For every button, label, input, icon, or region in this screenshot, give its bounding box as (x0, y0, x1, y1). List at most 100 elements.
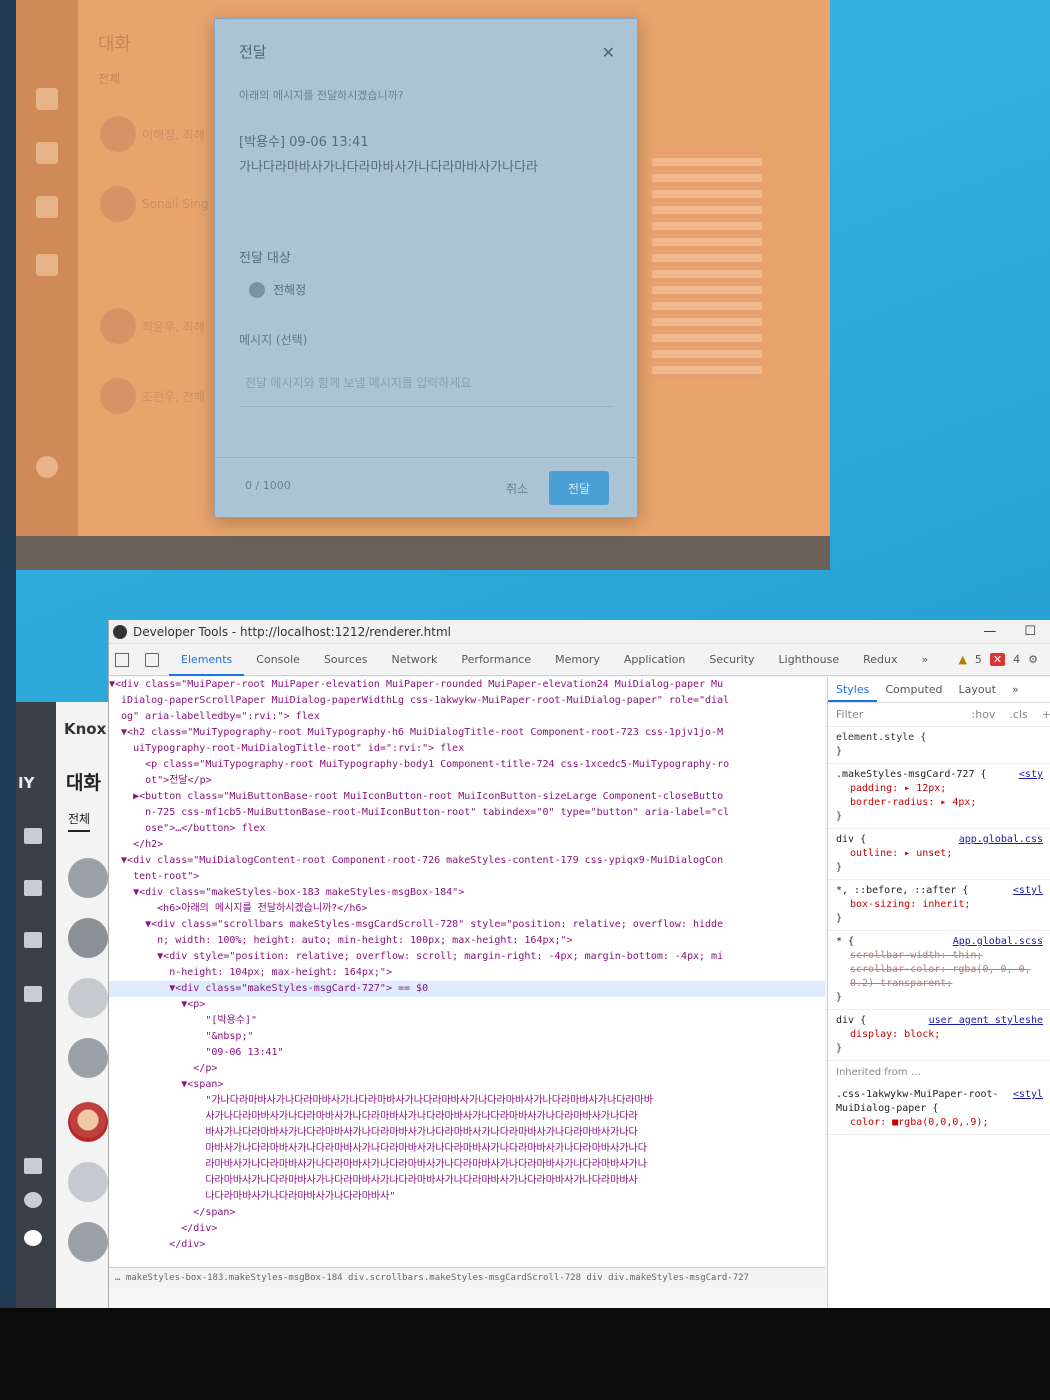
dom-node-line[interactable]: 마바사가나다라마바사가나다라마바사가나다라마바사가나다라마바사가나다라마바사가나… (109, 1141, 825, 1157)
dom-node-line[interactable]: ▼<div class="makeStyles-box-183 makeStyl… (109, 885, 825, 901)
tab-network[interactable]: Network (379, 644, 449, 676)
dom-node-line[interactable]: ▼<div class="scrollbars makeStyles-msgCa… (109, 917, 825, 933)
tab-lighthouse[interactable]: Lighthouse (767, 644, 852, 676)
css-property[interactable]: padding: ▸ 12px; (850, 782, 1043, 796)
add-rule-icon[interactable]: + (1042, 708, 1050, 721)
css-property-overridden[interactable]: scrollbar-width: thin; (850, 949, 1043, 963)
css-property-overridden[interactable]: scrollbar-color: rgba(0, 0, 0, 0.2) tran… (850, 963, 1043, 991)
tab-application[interactable]: Application (612, 644, 697, 676)
dom-node-line[interactable]: </span> (109, 1205, 825, 1221)
message-icon[interactable] (36, 142, 58, 164)
tab-layout[interactable]: Layout (951, 677, 1004, 702)
settings-icon[interactable] (36, 456, 58, 478)
contacts-icon[interactable] (24, 932, 42, 948)
avatar[interactable] (68, 918, 108, 958)
device-toggle-icon[interactable] (145, 652, 159, 667)
rule-source-link[interactable]: <styl (1013, 884, 1043, 898)
dom-node-line[interactable]: uiTypography-root-MuiDialogTitle-root" i… (109, 741, 825, 757)
dom-node-line[interactable]: ▼<p> (109, 997, 825, 1013)
dom-node-line[interactable]: n; width: 100%; height: auto; min-height… (109, 933, 825, 949)
css-rule[interactable]: user agent styleshe div {display: block;} (828, 1010, 1050, 1061)
profile-icon[interactable] (24, 1230, 42, 1246)
rule-source-link[interactable]: user agent styleshe (929, 1014, 1043, 1028)
dom-node-line[interactable]: 바사가나다라마바사가나다라마바사가나다라마바사가나다라마바사가나다라마바사가나다… (109, 1125, 825, 1141)
tab-memory[interactable]: Memory (543, 644, 612, 676)
dom-node-line[interactable]: 나다라마바사가나다라마바사가나다라마바사" (109, 1189, 825, 1205)
dom-node-line[interactable]: </h2> (109, 837, 825, 853)
dom-node-line[interactable]: n-725 css-mf1cb5-MuiButtonBase-root-MuiI… (109, 805, 825, 821)
rule-source-link[interactable]: app.global.css (959, 833, 1043, 847)
dom-node-line[interactable]: ot">전달</p> (109, 773, 825, 789)
rule-source-link[interactable]: App.global.scss (953, 935, 1043, 949)
css-property[interactable]: border-radius: ▸ 4px; (850, 796, 1043, 810)
tab-styles[interactable]: Styles (828, 677, 878, 702)
cls-toggle[interactable]: .cls (1009, 708, 1027, 721)
dom-node-line[interactable]: ▶<button class="MuiButtonBase-root MuiIc… (109, 789, 825, 805)
dom-node-line[interactable]: ▼<div class="MuiDialogContent-root Compo… (109, 853, 825, 869)
close-icon[interactable]: ✕ (602, 43, 615, 63)
dom-node-line[interactable]: 사가나다라마바사가나다라마바사가나다라마바사가나다라마바사가나다라마바사가나다라… (109, 1109, 825, 1125)
message-icon[interactable] (24, 880, 42, 896)
dom-breadcrumb[interactable]: … makeStyles-box-183.makeStyles-msgBox-1… (109, 1267, 825, 1287)
contacts-icon[interactable] (36, 196, 58, 218)
folder-icon[interactable] (36, 254, 58, 276)
dom-node-line[interactable]: <h6>아래의 메시지를 전달하시겠습니까?</h6> (109, 901, 825, 917)
issue-badges[interactable]: ▲ 5 ✕ 4 ⚙ (958, 653, 1038, 666)
tab-all[interactable]: 전체 (98, 70, 120, 87)
inherited-rule[interactable]: <styl .css-1akwykw-MuiPaper-root-MuiDial… (828, 1084, 1050, 1135)
folder-icon[interactable] (24, 986, 42, 1002)
elements-panel[interactable]: ▼<div class="MuiPaper-root MuiPaper-elev… (109, 677, 825, 1287)
chat-icon[interactable] (36, 88, 58, 110)
dom-node-line[interactable]: iDialog-paperScrollPaper MuiDialog-paper… (109, 693, 825, 709)
dom-node-line[interactable]: </p> (109, 1061, 825, 1077)
dom-node-line[interactable]: </div> (109, 1237, 825, 1253)
tab-performance[interactable]: Performance (449, 644, 543, 676)
dom-node-line[interactable]: ▼<div style="position: relative; overflo… (109, 949, 825, 965)
dom-node-line[interactable]: </div> (109, 1221, 825, 1237)
avatar[interactable] (68, 1222, 108, 1262)
dom-node-line[interactable]: "&nbsp;" (109, 1029, 825, 1045)
dom-tree[interactable]: ▼<div class="MuiPaper-root MuiPaper-elev… (109, 677, 825, 1253)
dom-node-line[interactable]: <p class="MuiTypography-root MuiTypograp… (109, 757, 825, 773)
grid-icon[interactable] (24, 1158, 42, 1174)
chat-icon[interactable] (24, 828, 42, 844)
dom-node-line[interactable]: ▼<span> (109, 1077, 825, 1093)
dom-node-line[interactable]: "09-06 13:41" (109, 1045, 825, 1061)
css-property[interactable]: box-sizing: inherit; (850, 898, 1043, 912)
hov-toggle[interactable]: :hov (972, 708, 996, 721)
more-tabs-button[interactable]: » (910, 644, 941, 676)
dom-node-line[interactable]: og" aria-labelledby=":rvi:"> flex (109, 709, 825, 725)
dom-node-line[interactable]: ▼<div class="MuiPaper-root MuiPaper-elev… (109, 677, 825, 693)
maximize-icon[interactable]: ☐ (1024, 624, 1036, 639)
tab-elements[interactable]: Elements (169, 644, 245, 676)
css-property[interactable]: display: block; (850, 1028, 1043, 1042)
cancel-button[interactable]: 취소 (485, 471, 549, 505)
avatar[interactable] (68, 1102, 108, 1142)
css-property[interactable]: outline: ▸ unset; (850, 847, 1043, 861)
css-rule[interactable]: app.global.css div {outline: ▸ unset;} (828, 829, 1050, 880)
dom-node-line[interactable]: "[박용수]" (109, 1013, 825, 1029)
tab-redux[interactable]: Redux (851, 644, 909, 676)
tab-console[interactable]: Console (244, 644, 312, 676)
tab-security[interactable]: Security (697, 644, 766, 676)
dom-node-line[interactable]: tent-root"> (109, 869, 825, 885)
avatar[interactable] (68, 858, 108, 898)
rule-source-link[interactable]: <sty (1019, 768, 1043, 782)
css-rule[interactable]: <styl *, ::before, ::after {box-sizing: i… (828, 880, 1050, 931)
inspect-icon[interactable] (115, 652, 129, 667)
tab-all[interactable]: 전체 (68, 810, 91, 832)
target-chip[interactable]: 전해정 (249, 281, 306, 298)
avatar[interactable] (68, 978, 108, 1018)
settings-icon[interactable] (24, 1192, 42, 1208)
filter-input[interactable]: Filter (836, 708, 863, 721)
message-input[interactable] (239, 359, 613, 407)
element-style-rule[interactable]: element.style {} (828, 727, 1050, 764)
more-tabs-button[interactable]: » (1004, 677, 1027, 702)
css-rule[interactable]: <sty .makeStyles-msgCard-727 {padding: ▸ … (828, 764, 1050, 829)
settings-icon[interactable]: ⚙ (1028, 653, 1038, 666)
minimize-icon[interactable]: — (983, 624, 996, 639)
css-rule[interactable]: App.global.scss * {scrollbar-width: thin;… (828, 931, 1050, 1010)
send-button[interactable]: 전달 (549, 471, 609, 505)
avatar[interactable] (68, 1038, 108, 1078)
dom-node-line[interactable]: "가나다라마바사가나다라마바사가나다라마바사가나다라마바사가나다라마바사가나다라… (109, 1093, 825, 1109)
